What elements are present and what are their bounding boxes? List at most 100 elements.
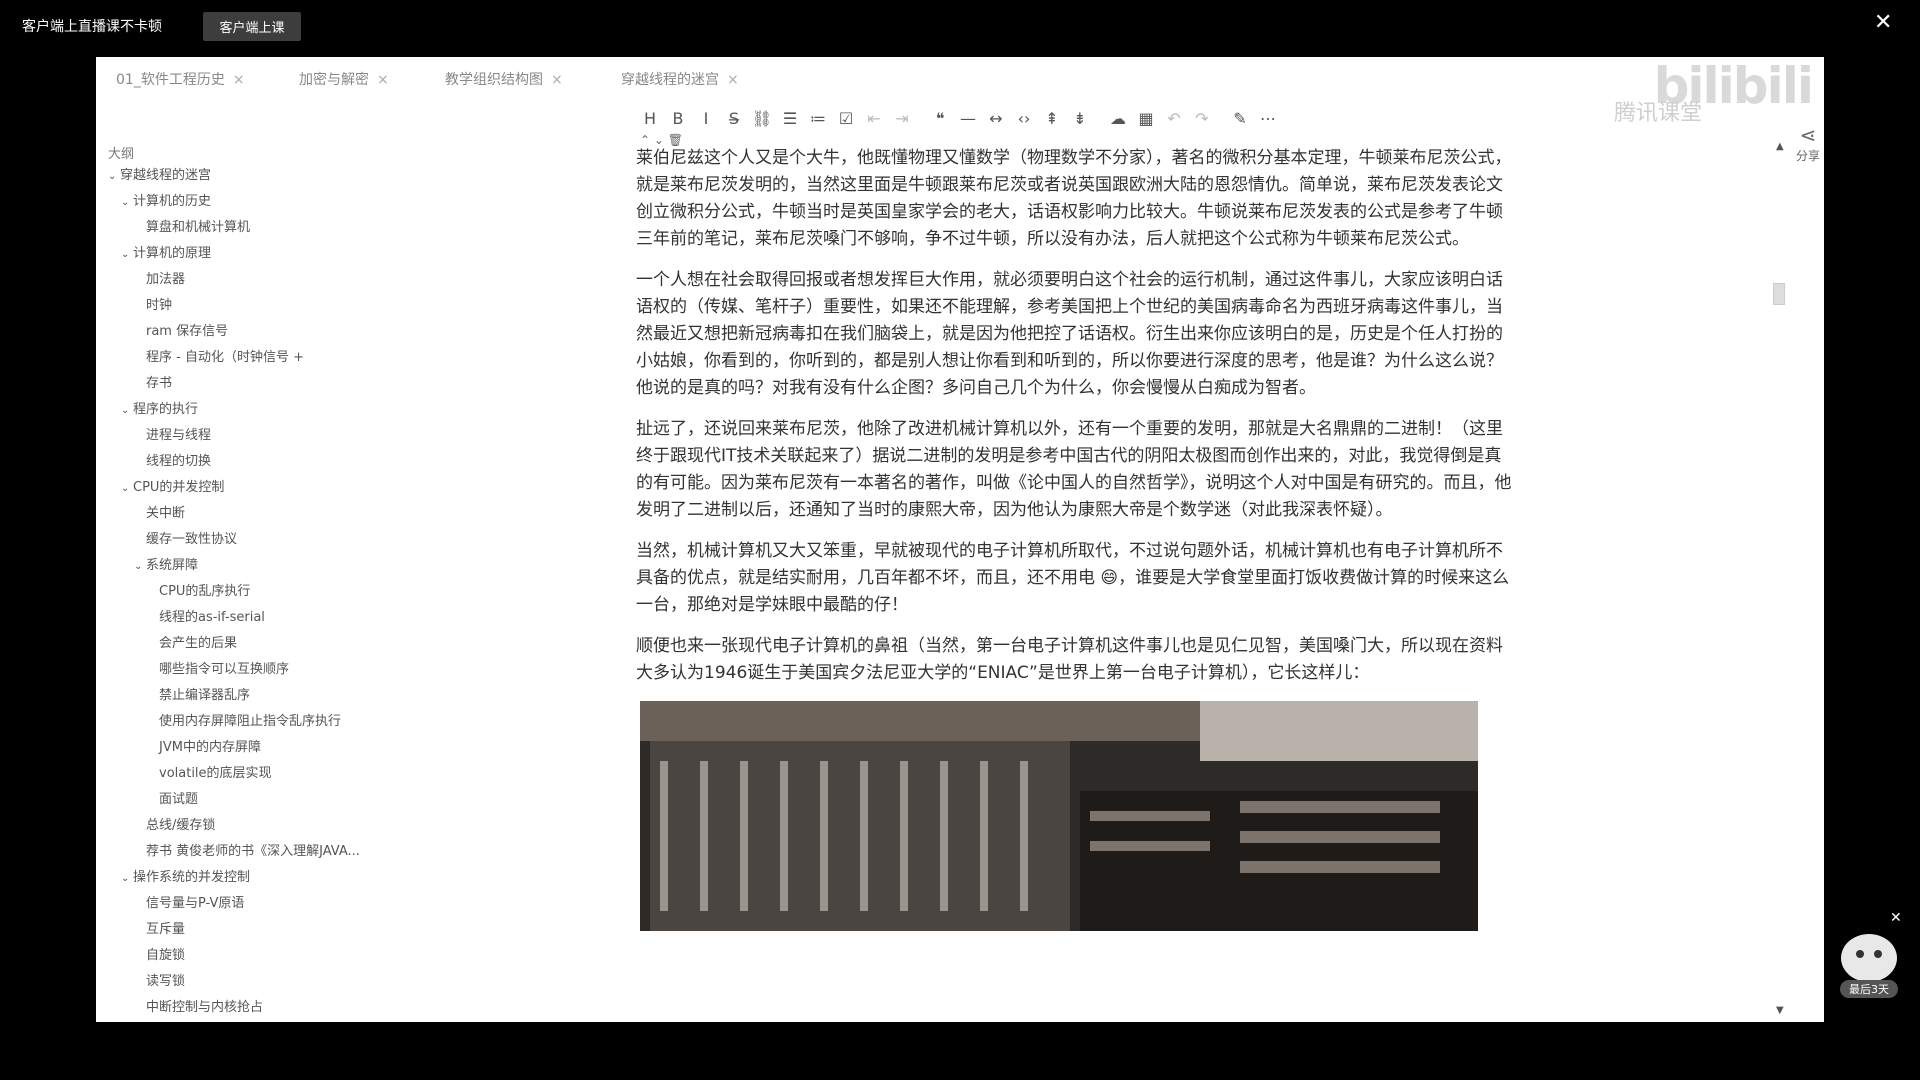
horizontal-rule-icon[interactable]: —	[954, 109, 982, 128]
editor-toolbar: H B I S̶ ⛓ ☰ ≔ ☑ ⇤ ⇥ ❝ — ↔ ‹› ⇞ ⇟ ☁ ▦ ↶ ↷ ✎ ⋯	[636, 105, 1282, 131]
indent-icon[interactable]: ⇥	[888, 109, 916, 128]
link-icon[interactable]: ⛓	[748, 109, 776, 128]
scroll-up-icon[interactable]: ▲	[1776, 141, 1784, 152]
tab-software-history[interactable]: 01_软件工程历史 ×	[116, 69, 245, 89]
outline-item-label: ram 保存信号	[146, 324, 229, 339]
tab-bar: 01_软件工程历史 × 加密与解密 × 教学组织结构图 × 穿越线程的迷宫 ×	[96, 57, 1824, 97]
outline-item[interactable]: 线程的切换	[96, 449, 426, 475]
chevron-down-icon[interactable]: ⌄	[121, 242, 133, 267]
tab-thread-maze[interactable]: 穿越线程的迷宫 ×	[621, 69, 739, 89]
outline-item[interactable]: ⌄ 穿越线程的迷宫	[96, 163, 426, 189]
scrollbar-thumb[interactable]	[1773, 283, 1785, 305]
upload-icon[interactable]: ☁	[1104, 109, 1132, 128]
outline-item[interactable]: ram 保存信号	[96, 319, 426, 345]
share-button[interactable]: ⋖ 分享	[1796, 123, 1820, 164]
outline-item[interactable]: ⌄ CPU的并发控制	[96, 475, 426, 501]
mascot-badge: 最后3天	[1849, 983, 1889, 996]
outline-item[interactable]: 哪些指令可以互换顺序	[96, 657, 426, 683]
outline-item[interactable]: 程序 - 自动化（时钟信号 +	[96, 345, 426, 371]
chevron-down-icon[interactable]: ⌄	[134, 554, 146, 579]
outline-item[interactable]: 时钟	[96, 293, 426, 319]
mascot-icon: 最后3天	[1840, 934, 1898, 998]
outline-item-label: 计算机的原理	[133, 246, 212, 261]
outline-item-label: 算盘和机械计算机	[146, 220, 251, 235]
chevron-down-icon[interactable]: ⌄	[121, 398, 133, 423]
tab-label: 穿越线程的迷宫	[621, 72, 719, 88]
outline-item[interactable]: 进程与线程	[96, 423, 426, 449]
quote-icon[interactable]: ❝	[926, 109, 954, 128]
insert-after-icon[interactable]: ⇟	[1066, 109, 1094, 128]
bold-icon[interactable]: B	[664, 109, 692, 128]
outline-item[interactable]: ⌄ 程序的执行	[96, 397, 426, 423]
code-block-icon[interactable]: ‹›	[1010, 109, 1038, 128]
close-tab-icon[interactable]: ×	[551, 72, 563, 88]
outline-item[interactable]: 算盘和机械计算机	[96, 215, 426, 241]
outline-item[interactable]: 面试题	[96, 787, 426, 813]
outline-item[interactable]: 缓存一致性协议	[96, 527, 426, 553]
italic-icon[interactable]: I	[692, 109, 720, 128]
undo-icon[interactable]: ↶	[1160, 109, 1188, 128]
edit-icon[interactable]: ✎	[1226, 109, 1254, 128]
outline-item[interactable]: 自旋锁	[96, 943, 426, 969]
bullet-list-icon[interactable]: ☰	[776, 109, 804, 128]
outline-item-label: 使用内存屏障阻止指令乱序执行	[159, 714, 342, 729]
ordered-list-icon[interactable]: ≔	[804, 109, 832, 128]
outline-item[interactable]: volatile的底层实现	[96, 761, 426, 787]
outline-item[interactable]: ⌄ 系统屏障	[96, 553, 426, 579]
outline-item[interactable]: ⌄ 操作系统的并发控制	[96, 865, 426, 891]
client-class-button[interactable]: 客户端上课	[203, 12, 301, 41]
more-icon[interactable]: ⋯	[1254, 109, 1282, 128]
outline-item[interactable]: ⌄ 计算机的历史	[96, 189, 426, 215]
paragraph: 一个人想在社会取得回报或者想发挥巨大作用，就必须要明白这个社会的运行机制，通过这…	[636, 270, 1503, 398]
eniac-photo	[640, 701, 1478, 931]
strikethrough-icon[interactable]: S̶	[720, 109, 748, 128]
close-tab-icon[interactable]: ×	[727, 72, 739, 88]
outdent-icon[interactable]: ⇤	[860, 109, 888, 128]
tab-org-chart[interactable]: 教学组织结构图 ×	[445, 69, 563, 89]
inline-code-icon[interactable]: ↔	[982, 109, 1010, 128]
close-tab-icon[interactable]: ×	[377, 72, 389, 88]
table-icon[interactable]: ▦	[1132, 109, 1160, 128]
outline-item[interactable]: 互斥量	[96, 917, 426, 943]
chevron-down-icon[interactable]: ⌄	[121, 866, 133, 891]
outline-list: ⌄ 穿越线程的迷宫 ⌄ 计算机的历史 算盘和机械计算机 ⌄ 计算机的原理 加法器 时钟 ram 保…	[96, 163, 426, 1021]
redo-icon[interactable]: ↷	[1188, 109, 1216, 128]
checklist-icon[interactable]: ☑	[832, 109, 860, 128]
outline-item[interactable]: 使用内存屏障阻止指令乱序执行	[96, 709, 426, 735]
outline-item-label: 中断控制与内核抢占	[146, 1000, 264, 1015]
chevron-down-icon[interactable]: ⌄	[121, 476, 133, 501]
outline-item[interactable]: 会产生的后果	[96, 631, 426, 657]
outline-item[interactable]: 信号量与P-V原语	[96, 891, 426, 917]
promo-mascot[interactable]: 最后3天	[1834, 918, 1904, 1008]
outline-item-label: 时钟	[146, 298, 173, 313]
scroll-down-icon[interactable]: ▼	[1776, 1005, 1784, 1016]
outline-item[interactable]: 存书	[96, 371, 426, 397]
outline-item[interactable]: 中断控制与内核抢占	[96, 995, 426, 1021]
watermark: bilibili 腾讯课堂	[1596, 57, 1824, 137]
chevron-down-icon[interactable]: ⌄	[108, 164, 120, 189]
outline-item-label: 会产生的后果	[159, 636, 238, 651]
share-icon: ⋖	[1799, 123, 1817, 147]
outline-item[interactable]: JVM中的内存屏障	[96, 735, 426, 761]
close-icon[interactable]: ✕	[1874, 10, 1892, 35]
outline-item[interactable]: ⌄ 计算机的原理	[96, 241, 426, 267]
outline-item-label: 读写锁	[146, 974, 186, 989]
outline-item[interactable]: 荐书 黄俊老师的书《深入理解JAVA...	[96, 839, 426, 865]
outline-item[interactable]: 线程的as-if-serial	[96, 605, 426, 631]
outline-item-label: 进程与线程	[146, 428, 212, 443]
outline-item[interactable]: 关中断	[96, 501, 426, 527]
outline-item[interactable]: 读写锁	[96, 969, 426, 995]
outline-item[interactable]: CPU的乱序执行	[96, 579, 426, 605]
close-tab-icon[interactable]: ×	[233, 72, 245, 88]
insert-before-icon[interactable]: ⇞	[1038, 109, 1066, 128]
heading-icon[interactable]: H	[636, 109, 664, 128]
outline-item[interactable]: 禁止编译器乱序	[96, 683, 426, 709]
document-content[interactable]: 莱伯尼兹这个人又是个大牛，他既懂物理又懂数学（物理数学不分家），著名的微积分基本…	[636, 145, 1516, 931]
outline-item[interactable]: 加法器	[96, 267, 426, 293]
outline-item-label: 自旋锁	[146, 948, 186, 963]
outline-item-label: 禁止编译器乱序	[159, 688, 251, 703]
outline-item[interactable]: 总线/缓存锁	[96, 813, 426, 839]
tab-encryption[interactable]: 加密与解密 ×	[299, 69, 389, 89]
outline-item-label: 缓存一致性协议	[146, 532, 238, 547]
chevron-down-icon[interactable]: ⌄	[121, 190, 133, 215]
